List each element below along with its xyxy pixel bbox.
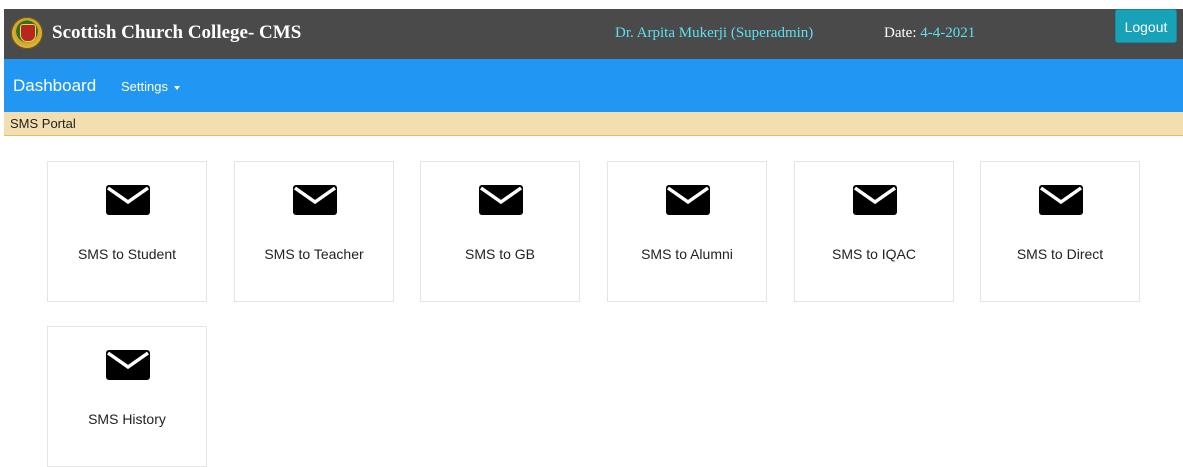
nav-settings-dropdown[interactable]: Settings [121, 79, 180, 94]
card-sms-history[interactable]: SMS History [47, 326, 207, 467]
caret-down-icon [173, 85, 180, 90]
user-name: Dr. Arpita Mukerji (Superadmin) [615, 25, 814, 41]
envelope-icon [479, 185, 523, 215]
card-label: SMS History [88, 411, 166, 427]
page: Scottish Church College- CMS Dr. Arpita … [0, 0, 1183, 467]
card-label: SMS to GB [464, 246, 536, 262]
logout-button[interactable]: Logout [1115, 9, 1177, 43]
date-value: 4-4-2021 [920, 25, 976, 41]
college-logo-icon [11, 17, 43, 49]
nav-dashboard-link[interactable]: Dashboard [13, 76, 96, 96]
top-header: Scottish Church College- CMS Dr. Arpita … [4, 9, 1183, 59]
card-sms-to-teacher[interactable]: SMS to Teacher [234, 161, 394, 302]
envelope-icon [666, 185, 710, 215]
envelope-icon [293, 185, 337, 215]
card-label: SMS to Teacher [264, 246, 364, 262]
card-label: SMS to Alumni [641, 246, 733, 262]
card-label: SMS to IQAC [831, 246, 917, 262]
breadcrumb-label: SMS Portal [10, 116, 76, 131]
card-label: SMS to Direct [1016, 246, 1104, 262]
breadcrumb: SMS Portal [4, 112, 1183, 136]
card-sms-to-alumni[interactable]: SMS to Alumni [607, 161, 767, 302]
envelope-icon [853, 185, 897, 215]
brand-title: Scottish Church College- CMS [52, 22, 302, 43]
date-display: Date: 4-4-2021 [884, 25, 975, 42]
card-label: SMS to Student [77, 246, 177, 262]
envelope-icon [1039, 185, 1083, 215]
envelope-icon [106, 185, 150, 215]
main-navbar: Dashboard Settings [4, 59, 1183, 112]
nav-settings-label: Settings [121, 79, 168, 94]
top-spacer [0, 0, 1183, 9]
envelope-icon [106, 350, 150, 380]
card-sms-to-student[interactable]: SMS to Student [47, 161, 207, 302]
date-label: Date: [884, 25, 917, 41]
logo-shield-icon [20, 24, 36, 42]
card-sms-to-direct[interactable]: SMS to Direct [980, 161, 1140, 302]
card-sms-to-gb[interactable]: SMS to GB [420, 161, 580, 302]
card-sms-to-iqac[interactable]: SMS to IQAC [794, 161, 954, 302]
